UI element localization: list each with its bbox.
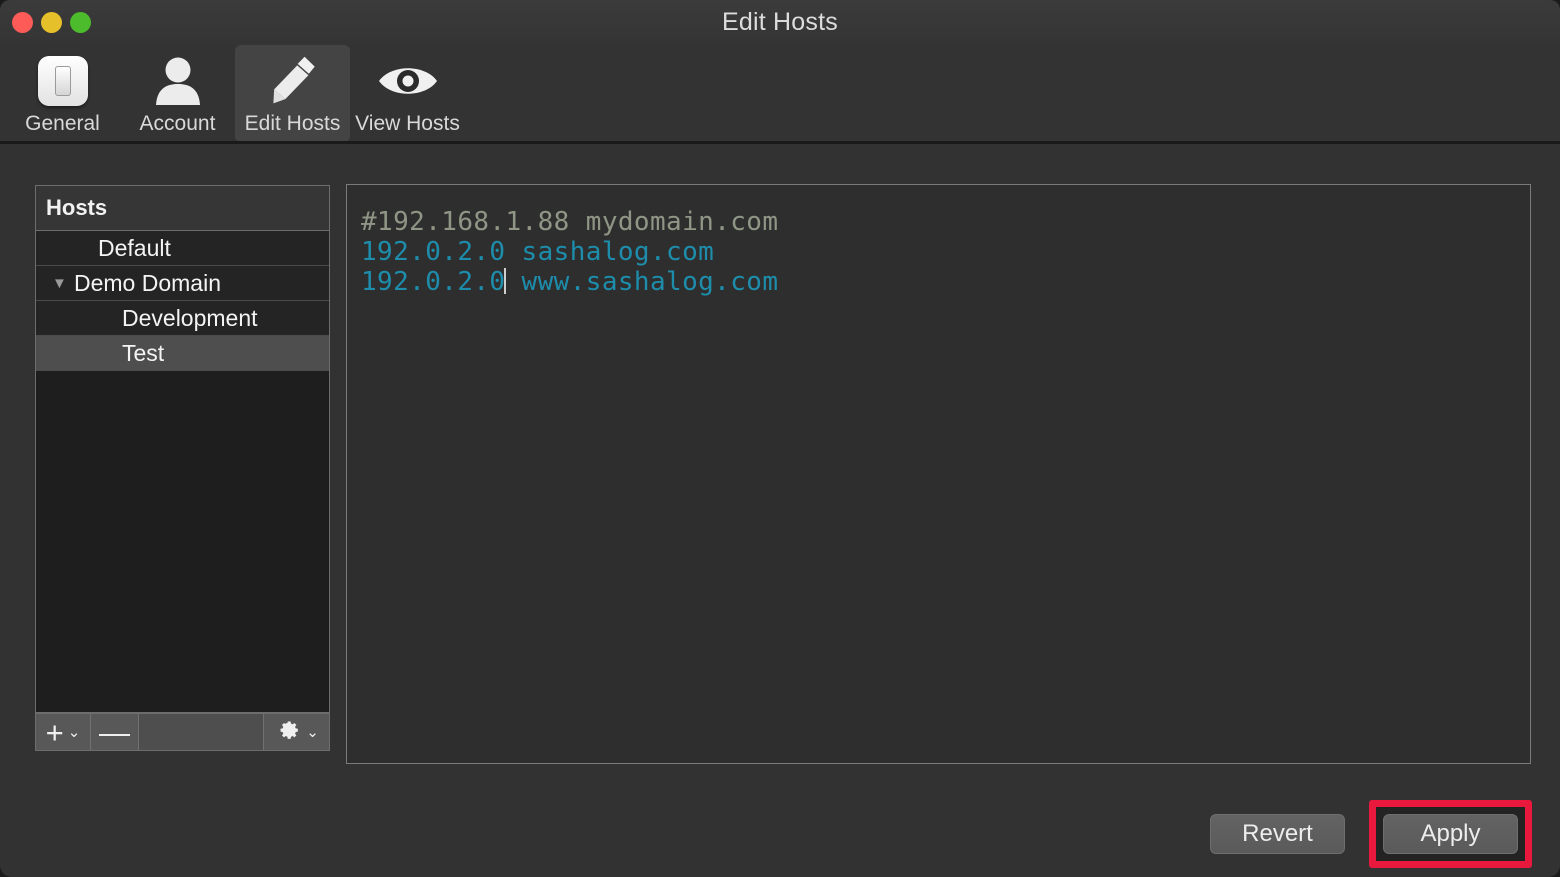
- hosts-text-editor[interactable]: #192.168.1.88 mydomain.com 192.0.2.0 sas…: [346, 184, 1531, 764]
- hosts-column-header: Hosts: [36, 186, 329, 231]
- list-item-default[interactable]: Default: [36, 231, 329, 266]
- hosts-list[interactable]: Default ▼ Demo Domain Development Test: [36, 231, 329, 712]
- list-item-label: Test: [122, 339, 165, 366]
- host-settings-button[interactable]: ⌄: [264, 714, 329, 750]
- apply-button-highlight: Apply: [1369, 800, 1532, 868]
- editor-line-2: 192.0.2.0 sashalog.com: [361, 237, 1516, 267]
- editor-line-1-host: mydomain.com: [585, 207, 779, 237]
- editor-line-2-host: sashalog.com: [521, 237, 715, 267]
- toolbar-item-edit-hosts-label: Edit Hosts: [244, 112, 341, 135]
- revert-button[interactable]: Revert: [1210, 814, 1345, 854]
- light-switch-icon: [37, 51, 88, 111]
- add-host-button[interactable]: + ⌄: [36, 714, 91, 750]
- disclosure-triangle-icon[interactable]: ▼: [52, 276, 74, 291]
- eye-icon: [377, 51, 439, 111]
- action-button-row: Revert Apply: [1210, 800, 1532, 868]
- hosts-list-footer-toolbar: + ⌄ — ⌄: [35, 713, 330, 751]
- editor-line-2-ip: 192.0.2.0: [361, 237, 506, 267]
- editor-line-1-ip: #192.168.1.88: [361, 207, 570, 237]
- chevron-down-icon: ⌄: [67, 723, 81, 741]
- list-item-label: Default: [98, 234, 171, 261]
- chevron-down-icon: ⌄: [306, 723, 319, 741]
- preferences-toolbar: General Account Edit Hosts View Hosts: [0, 45, 1560, 144]
- toolbar-item-general-label: General: [25, 112, 100, 135]
- plus-icon: +: [45, 714, 64, 750]
- list-item-label: Demo Domain: [74, 269, 221, 296]
- person-icon: [150, 51, 206, 111]
- window-titlebar: Edit Hosts: [0, 0, 1560, 45]
- pencil-icon: [265, 51, 321, 111]
- footer-spacer: [139, 714, 264, 750]
- toolbar-item-edit-hosts[interactable]: Edit Hosts: [235, 45, 350, 142]
- toolbar-item-general[interactable]: General: [5, 45, 120, 142]
- list-item-demo-domain[interactable]: ▼ Demo Domain: [36, 266, 329, 301]
- editor-line-1: #192.168.1.88 mydomain.com: [361, 207, 1516, 237]
- toolbar-item-account[interactable]: Account: [120, 45, 235, 142]
- toolbar-item-view-hosts-label: View Hosts: [355, 112, 460, 135]
- editor-line-3: 192.0.2.0 www.sashalog.com: [361, 267, 1516, 297]
- content-area: Hosts Default ▼ Demo Domain Development …: [0, 148, 1560, 877]
- editor-line-3-host: www.sashalog.com: [521, 267, 779, 297]
- toolbar-item-view-hosts[interactable]: View Hosts: [350, 45, 465, 142]
- list-item-test[interactable]: Test: [36, 336, 329, 371]
- edit-hosts-window: Edit Hosts General Account Edit Hosts Vi…: [0, 0, 1560, 877]
- editor-line-3-ip: 192.0.2.0: [361, 267, 506, 297]
- minus-icon: —: [99, 714, 130, 750]
- remove-host-button[interactable]: —: [91, 714, 139, 750]
- list-item-label: Development: [122, 304, 258, 331]
- window-title: Edit Hosts: [722, 8, 838, 36]
- hosts-sidebar: Hosts Default ▼ Demo Domain Development …: [35, 185, 330, 713]
- apply-button[interactable]: Apply: [1383, 814, 1518, 854]
- gear-icon: [274, 716, 301, 748]
- list-item-development[interactable]: Development: [36, 301, 329, 336]
- toolbar-item-account-label: Account: [139, 112, 216, 135]
